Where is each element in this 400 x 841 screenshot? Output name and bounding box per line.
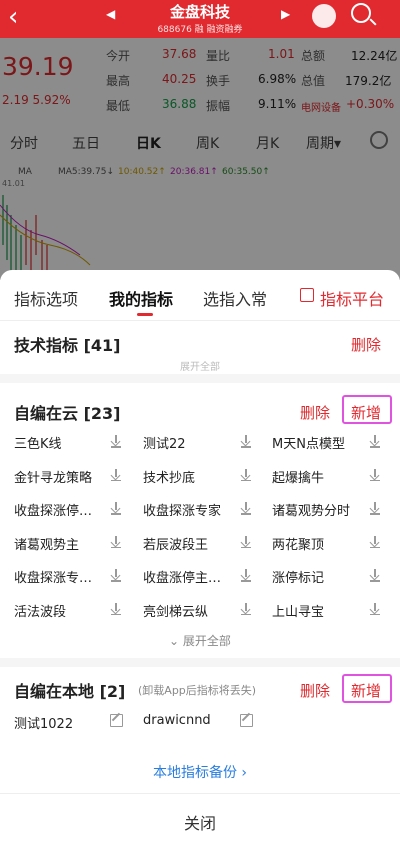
cloud-item[interactable]: 活法波段	[14, 601, 66, 620]
cloud-item[interactable]: 两花聚顶	[272, 534, 324, 553]
cloud-expand-all[interactable]: ⌄ 展开全部	[0, 632, 400, 649]
download-icon[interactable]	[240, 468, 252, 482]
cloud-item[interactable]: 起爆擒牛	[272, 467, 324, 486]
local-item[interactable]: drawicnnd	[143, 713, 211, 728]
search-icon[interactable]	[351, 3, 371, 23]
next-stock-icon[interactable]: ▶	[281, 7, 290, 21]
robot-icon[interactable]	[312, 4, 336, 28]
indicator-platform-link[interactable]: 指标平台	[320, 286, 384, 310]
download-icon-base	[370, 446, 380, 448]
local-item[interactable]: 测试1022	[14, 713, 73, 732]
dim-overlay[interactable]	[0, 38, 400, 280]
download-icon[interactable]	[240, 535, 252, 549]
download-icon-base	[111, 446, 121, 448]
download-icon[interactable]	[110, 602, 122, 616]
cloud-item[interactable]: 收盘探涨专家	[143, 500, 221, 519]
download-icon[interactable]	[369, 468, 381, 482]
download-icon[interactable]	[240, 602, 252, 616]
tab-indicator-options[interactable]: 指标选项	[14, 286, 78, 310]
cloud-item[interactable]: 若辰波段王	[143, 534, 208, 553]
local-section-note: (卸载App后指标将丢失)	[138, 684, 257, 697]
download-icon[interactable]	[369, 501, 381, 515]
expand-all-label: 展开全部	[182, 634, 231, 648]
download-icon[interactable]	[240, 568, 252, 582]
cloud-item[interactable]: 技术抄底	[143, 467, 195, 486]
download-icon[interactable]	[110, 434, 122, 448]
download-icon-base	[370, 580, 380, 582]
download-icon-base	[370, 479, 380, 481]
cloud-item[interactable]: M天N点模型	[272, 433, 345, 452]
close-button[interactable]: 关闭	[0, 810, 400, 834]
cloud-item[interactable]: 诸葛观势主	[14, 534, 79, 553]
download-icon[interactable]	[110, 468, 122, 482]
tab-pick-indicator[interactable]: 选指入常	[203, 286, 267, 310]
download-icon-base	[241, 479, 251, 481]
stock-header: ‹ ◀ 金盘科技 688676 融 融资融券 ▶	[0, 0, 400, 38]
download-icon-base	[111, 479, 121, 481]
download-icon-base	[111, 546, 121, 548]
cloud-item[interactable]: 诸葛观势分时	[272, 500, 350, 519]
cloud-item[interactable]: 测试22	[143, 433, 186, 452]
local-add-button[interactable]: 新增	[351, 680, 381, 701]
cloud-section-title: 自编在云 [23]	[14, 404, 121, 423]
active-tab-indicator	[137, 313, 153, 316]
tech-expand-hidden[interactable]: 展开全部	[0, 358, 400, 373]
download-icon-base	[241, 613, 251, 615]
download-icon-base	[241, 446, 251, 448]
download-icon[interactable]	[369, 602, 381, 616]
tech-delete-button[interactable]: 删除	[351, 334, 381, 355]
local-backup-label: 本地指标备份	[152, 765, 237, 781]
download-icon[interactable]	[369, 568, 381, 582]
platform-icon	[300, 288, 314, 302]
download-icon[interactable]	[110, 568, 122, 582]
tab-my-indicators[interactable]: 我的指标	[109, 286, 173, 310]
download-icon-base	[370, 613, 380, 615]
cloud-item[interactable]: 亮剑梯云纵	[143, 601, 208, 620]
download-icon-base	[241, 580, 251, 582]
download-icon-base	[111, 580, 121, 582]
edit-icon[interactable]	[110, 714, 123, 727]
cloud-add-button[interactable]: 新增	[351, 402, 381, 423]
cloud-item[interactable]: 金针寻龙策略	[14, 467, 92, 486]
indicator-sheet: 指标选项 我的指标 选指入常 指标平台 技术指标 [41] 删除 展开全部 自编…	[0, 270, 400, 841]
cloud-item[interactable]: 收盘探涨停…	[14, 500, 92, 519]
download-icon[interactable]	[240, 434, 252, 448]
edit-icon[interactable]	[240, 714, 253, 727]
download-icon-base	[241, 513, 251, 515]
download-icon[interactable]	[110, 535, 122, 549]
cloud-item[interactable]: 收盘涨停主…	[143, 567, 221, 586]
download-icon-base	[111, 613, 121, 615]
download-icon-base	[111, 513, 121, 515]
tab-divider	[0, 320, 400, 321]
stock-code: 688676 融 融资融券	[157, 25, 243, 35]
local-section-title: 自编在本地 [2]	[14, 682, 126, 701]
download-icon[interactable]	[369, 535, 381, 549]
download-icon[interactable]	[110, 501, 122, 515]
cloud-item[interactable]: 涨停标记	[272, 567, 324, 586]
local-backup-link[interactable]: 本地指标备份 ›	[0, 762, 400, 782]
cloud-item[interactable]: 上山寻宝	[272, 601, 324, 620]
download-icon-base	[241, 546, 251, 548]
section-separator	[0, 374, 400, 383]
tech-indicator-title: 技术指标 [41]	[14, 336, 121, 355]
download-icon[interactable]	[369, 434, 381, 448]
download-icon-base	[370, 513, 380, 515]
cloud-item[interactable]: 三色K线	[14, 433, 62, 452]
download-icon[interactable]	[240, 501, 252, 515]
section-separator	[0, 658, 400, 667]
local-delete-button[interactable]: 删除	[300, 680, 330, 701]
stock-name: 金盘科技	[169, 3, 230, 21]
cloud-delete-button[interactable]: 删除	[300, 402, 330, 423]
download-icon-base	[370, 546, 380, 548]
footer-divider	[0, 793, 400, 794]
cloud-item[interactable]: 收盘探涨专…	[14, 567, 92, 586]
